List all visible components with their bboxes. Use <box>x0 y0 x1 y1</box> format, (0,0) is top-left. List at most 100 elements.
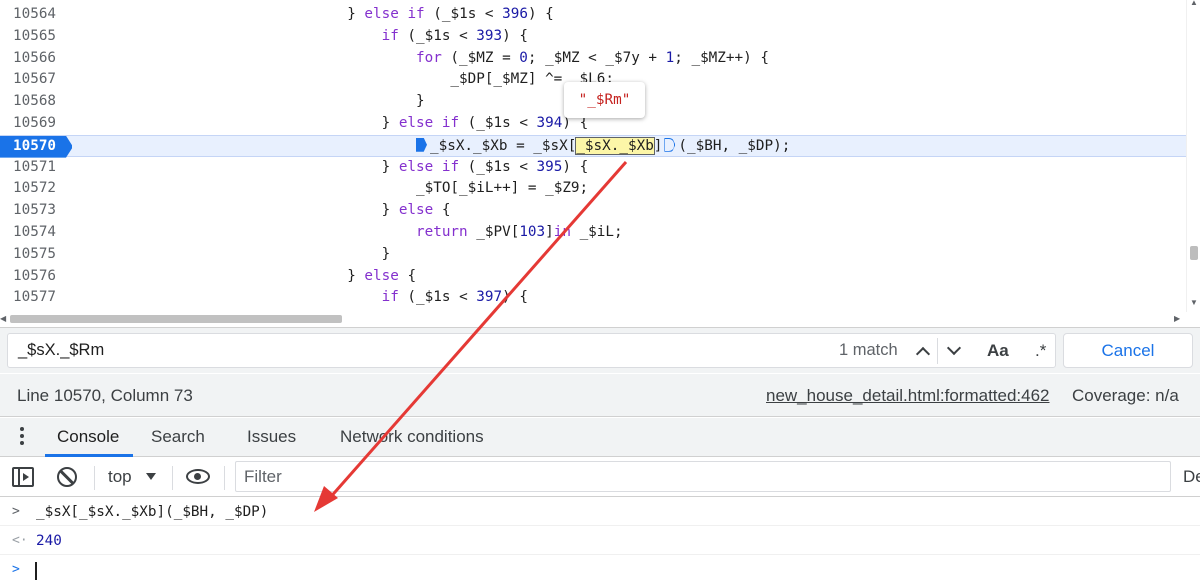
code-token: ) { <box>562 158 589 175</box>
dropdown-arrow-icon[interactable] <box>146 473 156 480</box>
code-line[interactable]: 10572 _$TO[_$iL++] = _$Z9; <box>0 178 1186 200</box>
clear-console-icon[interactable] <box>57 467 77 487</box>
search-bar: _$sX._$Rm 1 match Aa .* Cancel <box>0 327 1200 373</box>
code-line[interactable]: 10565 if (_$1s < 393) { <box>0 26 1186 48</box>
code-token: (_$BH, _$DP); <box>678 137 791 154</box>
code-token: _$TO[_$iL++] = _$Z9; <box>416 180 589 197</box>
show-sidebar-icon[interactable] <box>12 467 34 487</box>
line-number[interactable]: 10576 <box>0 266 72 288</box>
live-expression-eye-icon[interactable] <box>186 469 210 484</box>
text-caret <box>35 562 37 580</box>
code-text: return _$PV[103]in _$iL; <box>416 222 623 244</box>
match-case-button[interactable]: Aa <box>987 334 1009 367</box>
scroll-right-icon[interactable]: ▶ <box>1174 314 1180 323</box>
more-vert-icon[interactable] <box>20 427 26 449</box>
code-text: } <box>416 91 425 113</box>
code-token: } <box>381 202 399 219</box>
line-number[interactable]: 10564 <box>0 4 72 26</box>
code-line[interactable]: 10566 for (_$MZ = 0; _$MZ < _$7y + 1; _$M… <box>0 48 1186 70</box>
code-text: } else if (_$1s < 394) { <box>382 113 589 135</box>
search-query[interactable]: _$sX._$Rm <box>18 334 104 367</box>
code-text: } else if (_$1s < 396) { <box>347 4 554 26</box>
horizontal-scroll-thumb[interactable] <box>10 315 342 323</box>
editor-vertical-scrollbar[interactable]: ▲ ▼ <box>1186 0 1200 312</box>
editor-horizontal-scrollbar[interactable]: ◀ ▶ <box>0 312 1186 326</box>
code-token: 396 <box>502 6 528 22</box>
line-number[interactable]: 10571 <box>0 157 72 179</box>
next-match-button[interactable] <box>941 336 967 365</box>
prompt-chevron-icon: > <box>12 562 20 577</box>
code-token: (_$1s < <box>424 6 503 22</box>
context-selector[interactable]: top <box>108 458 132 496</box>
scroll-down-icon[interactable]: ▼ <box>1190 298 1198 307</box>
code-token: in <box>553 224 571 240</box>
log-levels-dropdown[interactable]: De <box>1183 458 1200 496</box>
code-token: } <box>347 267 365 284</box>
scroll-left-icon[interactable]: ◀ <box>0 314 6 323</box>
filter-input[interactable] <box>235 461 1171 492</box>
code-text: } else { <box>347 266 416 288</box>
code-token: } <box>416 93 425 110</box>
line-number[interactable]: 10567 <box>0 69 72 91</box>
console-output[interactable]: > _$sX[_$sX._$Xb](_$BH, _$DP) <· 240 > <box>0 498 1200 588</box>
line-number[interactable]: 10575 <box>0 244 72 266</box>
code-token: 103 <box>519 224 546 240</box>
line-number[interactable]: 10577 <box>0 287 72 309</box>
line-number[interactable]: 10570 <box>0 135 72 158</box>
line-number[interactable]: 10574 <box>0 222 72 244</box>
line-number[interactable]: 10572 <box>0 178 72 200</box>
result-arrow-icon: <· <box>12 533 28 548</box>
previous-match-button[interactable] <box>910 336 936 365</box>
tab-search[interactable]: Search <box>151 418 205 456</box>
line-number[interactable]: 10573 <box>0 200 72 222</box>
code-token: else if <box>398 158 460 175</box>
match-count: 1 match <box>839 341 898 359</box>
chevron-up-icon <box>915 346 931 361</box>
tab-console[interactable]: Console <box>57 418 119 456</box>
line-number[interactable]: 10565 <box>0 26 72 48</box>
code-token: _$sX._$Xb = _$sX[ <box>430 137 577 154</box>
code-token: } <box>381 158 399 175</box>
code-line-current[interactable]: 10570 _$sX._$Xb = _$sX[_$sX._$Xb] (_$BH, _… <box>0 134 1186 158</box>
code-text: if (_$1s < 393) { <box>382 26 528 48</box>
tab-network-conditions[interactable]: Network conditions <box>340 418 484 456</box>
line-number[interactable]: 10566 <box>0 48 72 70</box>
code-line[interactable]: 10577 if (_$1s < 397) { <box>0 287 1186 309</box>
code-line[interactable]: 10576 } else { <box>0 266 1186 288</box>
cancel-button[interactable]: Cancel <box>1063 333 1193 368</box>
inline-breakpoint-icon[interactable] <box>664 137 676 152</box>
code-line[interactable]: 10574 return _$PV[103]in _$iL; <box>0 222 1186 244</box>
scroll-up-icon[interactable]: ▲ <box>1190 0 1198 7</box>
divider <box>172 466 173 490</box>
code-token: 395 <box>536 158 563 175</box>
code-token: for <box>416 49 442 66</box>
code-line[interactable]: 10573} else { <box>0 200 1186 222</box>
code-text: _$sX._$Xb = _$sX[_$sX._$Xb] (_$BH, _$DP); <box>416 136 790 158</box>
source-link[interactable]: new_house_detail.html:formatted:462 <box>766 374 1050 417</box>
regex-button[interactable]: .* <box>1035 334 1046 367</box>
console-prompt[interactable]: > <box>0 556 1200 584</box>
code-line[interactable]: 10564 } else if (_$1s < 396) { <box>0 4 1186 26</box>
coverage-status: Coverage: n/a <box>1072 386 1179 405</box>
vertical-scroll-thumb[interactable] <box>1190 246 1198 260</box>
tab-issues[interactable]: Issues <box>247 418 296 456</box>
code-line[interactable]: 10575} <box>0 244 1186 266</box>
code-token: { <box>433 202 451 219</box>
code-token: 393 <box>476 27 503 44</box>
code-line[interactable]: 10571} else if (_$1s < 395) { <box>0 157 1186 179</box>
code-token: else <box>364 267 399 284</box>
code-token: ; _$MZ++) { <box>674 49 769 66</box>
code-token: ) { <box>502 289 528 306</box>
search-input[interactable]: _$sX._$Rm 1 match Aa .* <box>7 333 1056 368</box>
console-result-row: <· 240 <box>0 527 1200 555</box>
code-editor[interactable]: 10564} else if (_$1s < 396) {10565 if (_$… <box>0 0 1200 326</box>
breakpoint-marker-icon[interactable] <box>416 137 427 152</box>
code-token: } <box>381 245 391 262</box>
cursor-position: Line 10570, Column 73 <box>17 386 193 405</box>
console-command: _$sX[_$sX._$Xb](_$BH, _$DP) <box>36 504 269 520</box>
line-number[interactable]: 10569 <box>0 113 72 135</box>
code-token: 394 <box>536 115 563 131</box>
line-number[interactable]: 10568 <box>0 91 72 113</box>
code-token: return <box>416 224 468 240</box>
code-token: (_$MZ = <box>441 49 520 66</box>
